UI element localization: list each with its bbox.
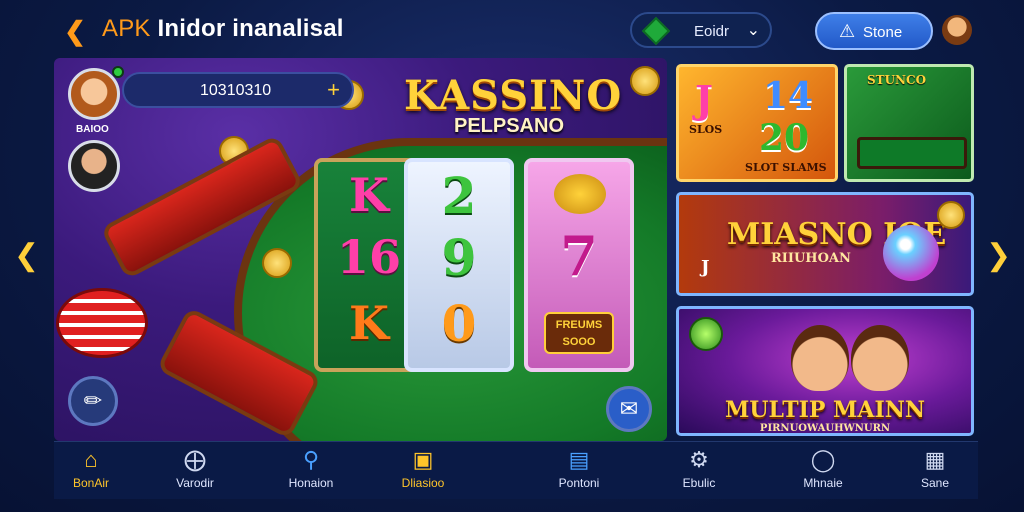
carousel-next-icon[interactable]: ❯ — [986, 238, 1011, 274]
bottom-navigation: ⌂ BonAir ⨁ Varodir ⚲ Honaion ▣ Dliasioo … — [54, 441, 978, 499]
nav-item-bonair[interactable]: ⌂ BonAir — [46, 446, 136, 496]
search-icon: ⚲ — [302, 447, 320, 472]
card-symbol: 14 — [763, 75, 814, 117]
nav-label: Sane — [920, 476, 950, 490]
table-decoration — [857, 137, 967, 169]
chat-icon: ◯ — [810, 447, 836, 472]
nav-item-honaion[interactable]: ⚲ Honaion — [266, 446, 356, 496]
nav-label: Mhnaie — [803, 476, 843, 490]
warning-icon: ⚠ — [839, 21, 856, 41]
opponent-avatar[interactable] — [68, 140, 120, 192]
store-button-label: Stone — [863, 24, 903, 41]
game-card-miasno[interactable]: J MIASNO IOE RIIUHOAN — [676, 192, 974, 296]
gear-icon: ⚙ — [689, 447, 709, 472]
card-symbol: J — [695, 77, 713, 122]
nav-item-pontoni[interactable]: ▤ Pontoni — [534, 446, 624, 496]
clipboard-icon: ▤ — [568, 447, 590, 472]
app-title: APK Inidor inanalisal — [102, 15, 344, 43]
player-balance-value: 10310310 — [200, 82, 272, 99]
card-subtitle: PIRNUOWAUHWNURN — [759, 423, 891, 434]
app-name: Inidor inanalisal — [157, 15, 344, 42]
bonus-badge: FREUMS SOOO — [544, 312, 614, 354]
card-symbol: 20 — [759, 117, 810, 159]
grid-icon: ▦ — [924, 447, 946, 472]
reel-symbol: 0 — [441, 294, 477, 353]
reel-symbol: 9 — [441, 228, 477, 287]
reel-symbol: 2 — [441, 166, 477, 225]
card-title: SLOT SLAMS — [745, 161, 827, 174]
player-balance-field[interactable]: 10310310 + — [122, 72, 354, 108]
nav-item-mhnaie[interactable]: ◯ Mhnaie — [778, 446, 868, 496]
card-side-label: SLOS — [689, 123, 723, 136]
orb-icon — [883, 225, 939, 281]
region-selector[interactable]: Eoidr ⌄ — [630, 12, 772, 48]
game-card-multip-mainn[interactable]: MULTIP MAINN PIRNUOWAUHWNURN — [676, 306, 974, 436]
nav-item-ebulic[interactable]: ⚙ Ebulic — [654, 446, 744, 496]
gold-coin-icon — [630, 66, 660, 96]
compass-icon: ⨁ — [184, 447, 206, 472]
game-logo: KASSINO PELPSANO — [404, 72, 623, 138]
carousel-prev-icon[interactable]: ❮ — [14, 238, 39, 274]
slot-reel-2: 2 9 0 — [404, 158, 514, 372]
nav-item-dliasioo[interactable]: ▣ Dliasioo — [378, 446, 468, 496]
card-subtitle: RIIUHOAN — [771, 251, 851, 266]
profile-avatar-icon[interactable] — [942, 15, 972, 45]
gold-coin-icon — [262, 248, 292, 278]
online-status-icon — [112, 66, 124, 78]
player-avatar[interactable] — [68, 68, 120, 120]
card-title: STUNCO — [867, 73, 927, 87]
top-bar: ❮ APK Inidor inanalisal Eoidr ⌄ ⚠ Stone — [0, 0, 1024, 58]
nav-item-varodir[interactable]: ⨁ Varodir — [150, 446, 240, 496]
bonus-line-2: SOOO — [562, 336, 596, 348]
edit-icon[interactable]: ✏ — [68, 376, 118, 426]
nav-label: Dliasioo — [401, 476, 445, 490]
chest-icon: ▣ — [412, 447, 434, 472]
slot-reel-3: 7 FREUMS SOOO — [524, 158, 634, 372]
character-portrait — [791, 325, 849, 391]
nav-label: Varodir — [176, 476, 214, 490]
crown-icon — [554, 174, 606, 214]
player-name: BAIOO — [76, 124, 109, 135]
poker-chips-decoration — [56, 288, 148, 358]
home-icon: ⌂ — [84, 447, 98, 472]
region-selector-label: Eoidr — [694, 23, 730, 40]
gem-icon — [641, 16, 671, 46]
nav-item-sane[interactable]: ▦ Sane — [890, 446, 980, 496]
game-logo-title: KASSINO — [404, 72, 623, 119]
card-side-label: J — [701, 257, 710, 278]
bonus-line-1: FREUMS — [555, 319, 603, 331]
store-button[interactable]: ⚠ Stone — [815, 12, 933, 50]
reel-symbol: 7 — [560, 224, 598, 288]
nav-label: Ebulic — [682, 476, 716, 490]
game-card-slot-slams[interactable]: J 14 20 SLOS SLOT SLAMS — [676, 64, 838, 182]
featured-game-panel[interactable]: 10310310 + BAIOO KASSINO PELPSANO K 16 K… — [54, 58, 667, 441]
share-icon[interactable]: ✉ — [606, 386, 652, 432]
nav-label: BonAir — [72, 476, 110, 490]
add-funds-icon[interactable]: + — [327, 77, 340, 103]
chevron-down-icon: ⌄ — [746, 22, 760, 39]
nav-label: Honaion — [288, 476, 334, 490]
gold-coin-icon — [937, 201, 965, 229]
nav-label: Pontoni — [558, 476, 600, 490]
character-portrait — [851, 325, 909, 391]
app-prefix: APK — [102, 15, 151, 42]
back-chevron-icon[interactable]: ❮ — [60, 16, 90, 46]
green-coin-icon — [689, 317, 723, 351]
card-title: MULTIP MAINN — [724, 397, 925, 423]
game-card-stunco[interactable]: STUNCO — [844, 64, 974, 182]
